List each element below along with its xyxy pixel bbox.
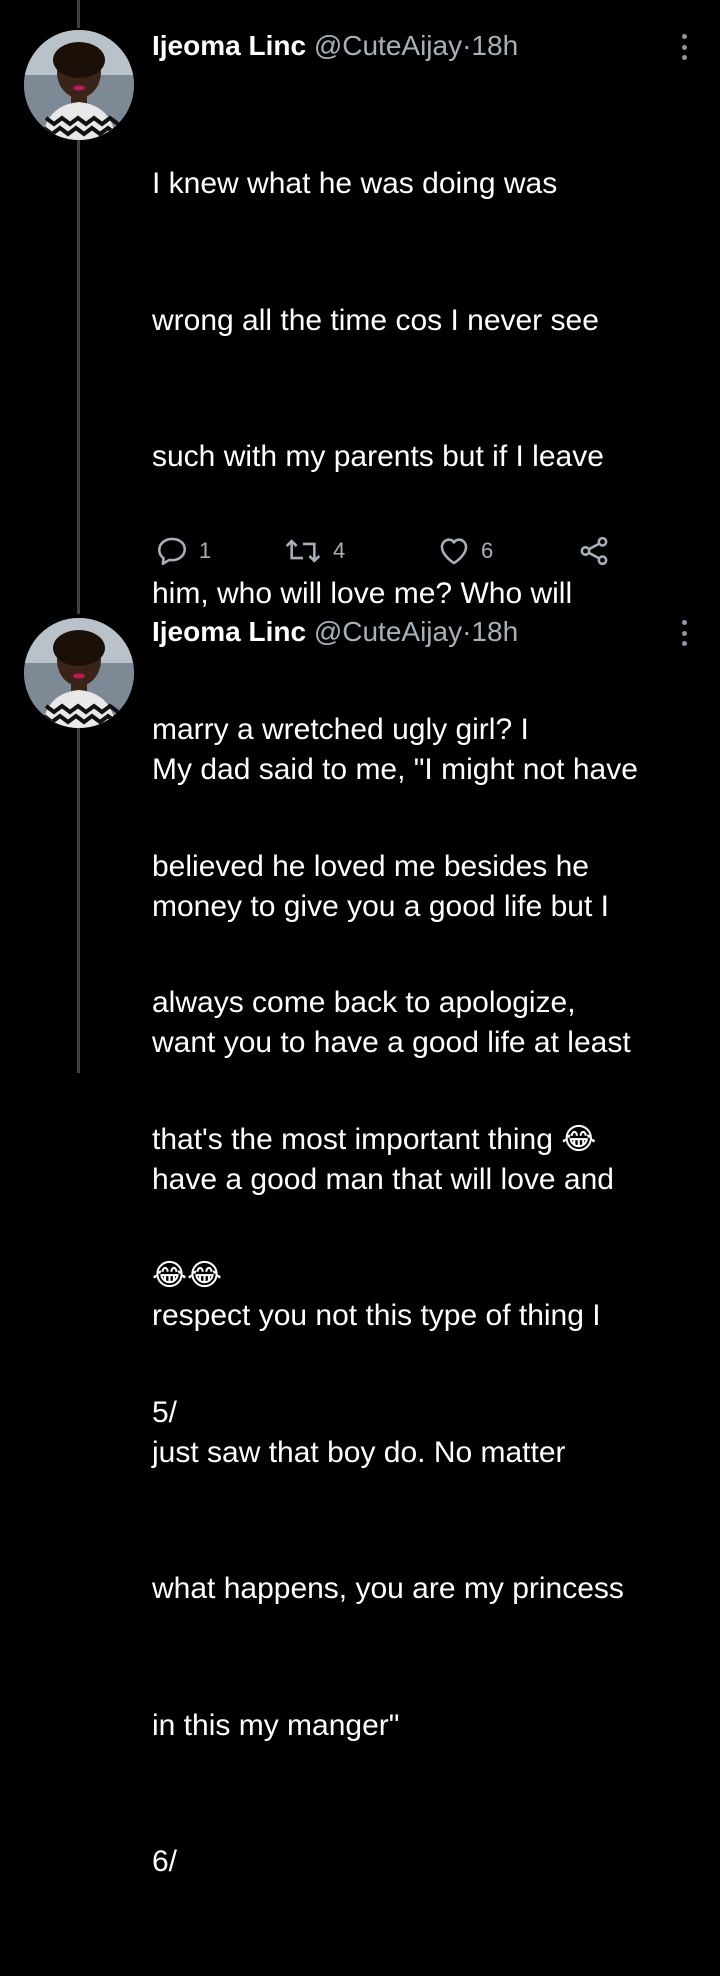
avatar[interactable] [24,30,134,140]
tweet[interactable]: Ijeoma Linc @CuteAijay·18h My dad said t… [0,600,720,1878]
tweet-text-line: respect you not this type of thing I [152,1299,601,1332]
author-name[interactable]: Ijeoma Linc [152,616,306,647]
tweet[interactable]: Ijeoma Linc @CuteAijay·18h I knew what h… [0,0,720,1429]
retweet-count: 4 [333,538,346,563]
tweet-text-line: just saw that boy do. No matter [152,1435,566,1469]
tweet-text-line: in this my manger" [152,1708,400,1742]
like-count: 6 [481,538,494,563]
tweet-text-line: what happens, you are my princess [152,1572,624,1605]
like-icon [440,538,468,565]
tweet-text-line: My dad said to me, "I might not have [152,753,638,786]
tweet-text-line: want you to have a good life at least [152,1026,631,1059]
tweet-text-line: I knew what he was doing was [152,167,558,200]
reply-button[interactable]: 1 [155,534,211,568]
tweet-text-line: have a good man that will love and [152,1162,614,1196]
tweet-text-line: such with my parents but if I leave [152,440,604,473]
tweet-header: Ijeoma Linc @CuteAijay·18h [152,614,518,650]
author-name[interactable]: Ijeoma Linc [152,30,306,61]
tweet-text: My dad said to me, "I might not have mon… [152,656,712,1976]
like-button[interactable]: 6 [437,534,493,568]
tweet-header: Ijeoma Linc @CuteAijay·18h [152,28,518,64]
timestamp[interactable]: 18h [471,30,518,61]
more-icon[interactable] [680,34,688,60]
author-handle[interactable]: @CuteAijay [314,616,462,647]
tweet-text-line: 6/ [152,1845,178,1878]
tweet-actions: 1 4 6 [155,534,625,574]
reply-icon [157,537,187,566]
more-icon[interactable] [680,620,688,646]
avatar[interactable] [24,618,134,728]
retweet-button[interactable]: 4 [283,534,345,568]
reply-count: 1 [199,538,212,563]
tweet-text-line: wrong all the time cos I never see [152,303,599,337]
avatar-photo [24,30,134,140]
share-icon [580,536,608,566]
avatar-photo [24,618,134,728]
retweet-icon [285,539,321,563]
timestamp[interactable]: 18h [471,616,518,647]
author-handle[interactable]: @CuteAijay [314,30,462,61]
tweet-text-line: money to give you a good life but I [152,889,609,923]
share-button[interactable] [577,534,611,568]
